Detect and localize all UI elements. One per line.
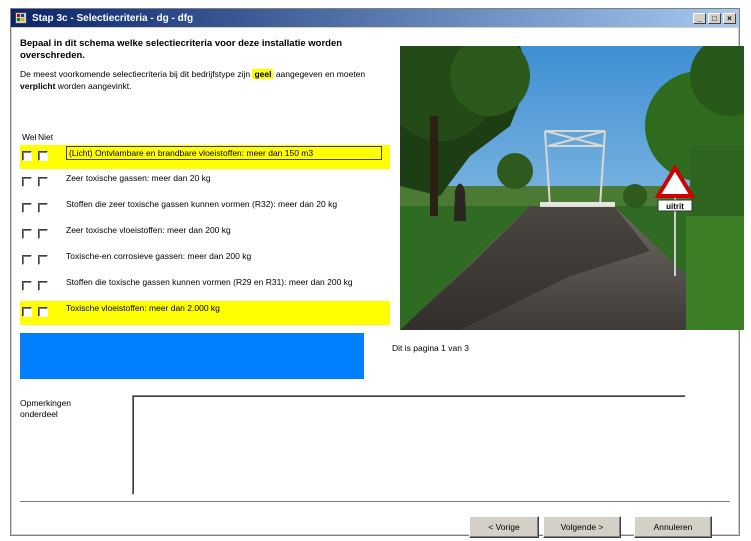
remarks-label: Opmerkingen onderdeel — [20, 398, 72, 419]
title-bar[interactable]: Stap 3c - Selectiecriteria - dg - dfg _ … — [11, 9, 739, 27]
intro-part-2: aangegeven en moeten — [273, 69, 366, 79]
niet-checkbox[interactable] — [38, 307, 48, 317]
close-button[interactable]: × — [723, 12, 736, 24]
previous-button[interactable]: < Vorige — [469, 516, 539, 538]
footer-separator — [20, 501, 730, 503]
column-header-niet: Niet — [38, 132, 54, 142]
maximize-button[interactable]: □ — [708, 12, 721, 24]
road-sign-text: uitrit — [666, 202, 684, 211]
criterion-label: Stoffen die zeer toxische gassen kunnen … — [66, 199, 338, 209]
criterion-row: Zeer toxische gassen: meer dan 20 kg — [20, 171, 390, 195]
criterion-label: Zeer toxische vloeistoffen: meer dan 200… — [66, 225, 231, 235]
wel-checkbox[interactable] — [22, 151, 32, 161]
next-button[interactable]: Volgende > — [543, 516, 621, 538]
criterion-row: Stoffen die toxische gassen kunnen vorme… — [20, 275, 390, 299]
criterion-row: Zeer toxische vloeistoffen: meer dan 200… — [20, 223, 390, 247]
niet-checkbox[interactable] — [38, 229, 48, 239]
intro-highlight-word: geel — [252, 69, 274, 79]
criterion-label: Toxische vloeistoffen: meer dan 2.000 kg — [66, 303, 220, 313]
wizard-content: Bepaal in dit schema welke selectiecrite… — [12, 28, 744, 538]
page-indicator: Dit is pagina 1 van 3 — [392, 343, 470, 353]
niet-checkbox[interactable] — [38, 255, 48, 265]
wel-checkbox[interactable] — [22, 229, 32, 239]
wel-checkbox[interactable] — [22, 281, 32, 291]
criterion-label: Zeer toxische gassen: meer dan 20 kg — [66, 173, 211, 183]
wel-checkbox[interactable] — [22, 255, 32, 265]
bridge-photo-image: uitrit — [400, 46, 744, 330]
criterion-row: Toxische vloeistoffen: meer dan 2.000 kg — [20, 301, 390, 325]
wizard-window: Stap 3c - Selectiecriteria - dg - dfg _ … — [10, 8, 744, 538]
niet-checkbox[interactable] — [38, 281, 48, 291]
wel-checkbox[interactable] — [22, 203, 32, 213]
criterion-label: Stoffen die toxische gassen kunnen vorme… — [66, 277, 353, 287]
page-heading: Bepaal in dit schema welke selectiecrite… — [20, 38, 343, 61]
criterion-row: Toxische-en corrosieve gassen: meer dan … — [20, 249, 390, 273]
criterion-label: Toxische-en corrosieve gassen: meer dan … — [66, 251, 252, 261]
bridge-photo: uitrit — [400, 46, 744, 330]
wel-checkbox[interactable] — [22, 307, 32, 317]
niet-checkbox[interactable] — [38, 177, 48, 187]
criterion-row: (Licht) Ontvlambare en brandbare vloeist… — [20, 145, 390, 169]
niet-checkbox[interactable] — [38, 203, 48, 213]
criterion-label: (Licht) Ontvlambare en brandbare vloeist… — [66, 146, 382, 160]
app-icon — [15, 12, 27, 24]
intro-part-3: worden aangevinkt. — [55, 81, 132, 91]
niet-checkbox[interactable] — [38, 151, 48, 161]
minimize-button[interactable]: _ — [693, 12, 706, 24]
criterion-row: Stoffen die zeer toxische gassen kunnen … — [20, 197, 390, 221]
column-header-wel: Wel — [22, 132, 37, 142]
window-title: Stap 3c - Selectiecriteria - dg - dfg — [32, 12, 194, 24]
intro-part-1: De meest voorkomende selectiecriteria bi… — [20, 69, 253, 79]
remarks-textarea[interactable] — [132, 395, 686, 495]
wel-checkbox[interactable] — [22, 177, 32, 187]
intro-bold-word: verplicht — [20, 81, 56, 91]
intro-text: De meest voorkomende selectiecriteria bi… — [20, 68, 390, 92]
cancel-button[interactable]: Annuleren — [634, 516, 712, 538]
blue-panel — [20, 333, 364, 379]
